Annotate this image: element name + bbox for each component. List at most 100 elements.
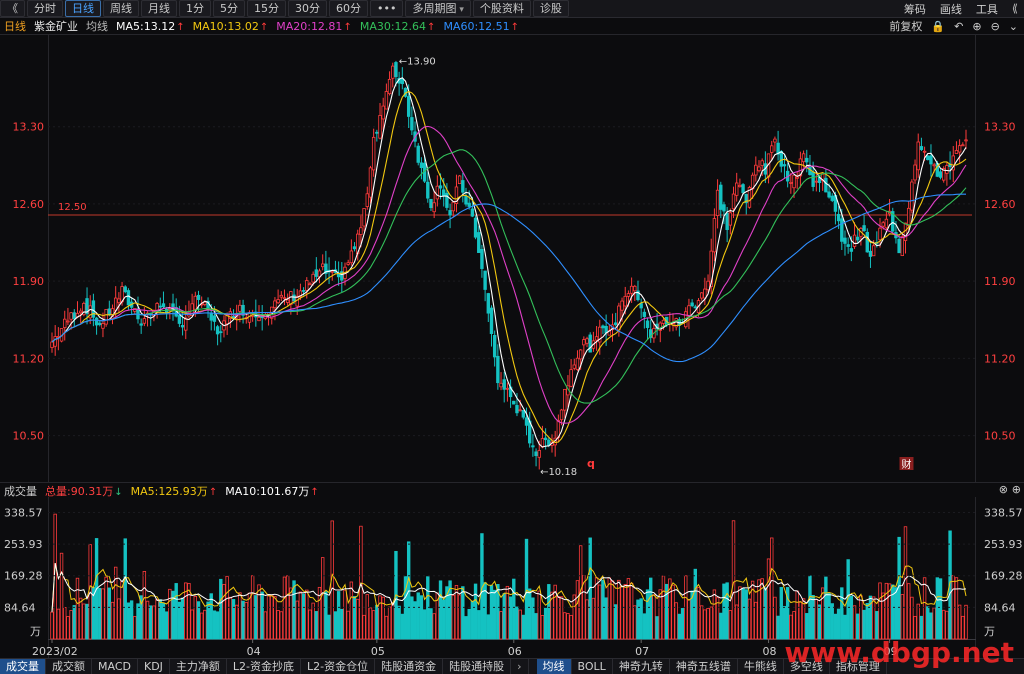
volume-bar	[652, 594, 656, 640]
chips-button[interactable]: 筹码	[904, 1, 926, 17]
volume-bar	[387, 606, 392, 640]
volume-bar	[257, 584, 261, 640]
volume-bar	[508, 596, 513, 640]
volume-bar	[836, 608, 841, 640]
tab-macd[interactable]: MACD	[92, 659, 138, 674]
candle-body	[623, 295, 627, 307]
undo-icon[interactable]: ↶	[954, 20, 963, 33]
volume-bar	[782, 606, 787, 640]
tab-30min[interactable]: 30分	[288, 0, 327, 17]
adjust-select[interactable]: 前复权	[889, 18, 922, 34]
volume-close-icon[interactable]: ⊗	[999, 483, 1008, 496]
candle-body	[381, 105, 385, 120]
volume-bar	[168, 588, 172, 640]
candle-body	[629, 285, 634, 294]
volume-bar	[540, 614, 545, 640]
volume-bar	[903, 526, 908, 640]
zoom-in-icon[interactable]: ⊕	[972, 20, 981, 33]
candle-body	[69, 312, 73, 320]
volume-bar	[922, 577, 927, 640]
tab-magic-nine[interactable]: 神奇九转	[613, 659, 670, 674]
collapse-icon[interactable]: ⟪	[1012, 2, 1018, 15]
tab-5min[interactable]: 5分	[213, 0, 245, 17]
tab-magic-five[interactable]: 神奇五线谱	[670, 659, 738, 674]
volume-bar	[228, 596, 233, 640]
tab-15min[interactable]: 15分	[247, 0, 286, 17]
candle-body	[320, 263, 325, 268]
candle-body	[352, 246, 357, 250]
candle-body	[142, 318, 147, 324]
price-axis-label-left: 11.90	[13, 275, 45, 288]
tab-l2-bottom[interactable]: L2-资金抄底	[227, 659, 302, 674]
tab-monthly[interactable]: 月线	[141, 0, 177, 17]
candle-body	[311, 273, 315, 283]
candle-body	[559, 409, 564, 421]
tab-bull-bear[interactable]: 牛熊线	[738, 659, 784, 674]
ma10-value: MA10:13.02	[193, 20, 269, 33]
candle-body	[588, 334, 592, 353]
volume-bar	[263, 611, 268, 640]
tools-button[interactable]: 工具	[976, 1, 998, 17]
tab-ma[interactable]: 均线	[536, 659, 572, 674]
tab-fenshi[interactable]: 分时	[27, 0, 63, 17]
scroll-right-icon[interactable]: ›	[511, 659, 529, 674]
volume-bar	[531, 597, 535, 640]
volume-bar	[320, 557, 325, 640]
candle-body	[932, 164, 936, 167]
ma-legend-bar: 日线 紫金矿业 均线 MA5:13.12 MA10:13.02 MA20:12.…	[0, 18, 1024, 34]
more-icon[interactable]: ⌄	[1009, 20, 1018, 33]
volume-chart[interactable]: 338.57 338.57 253.93 253.93 169.28 169.28 84.6…	[0, 497, 1024, 658]
tab-weekly[interactable]: 周线	[103, 0, 139, 17]
draw-line-button[interactable]: 画线	[940, 1, 962, 17]
multi-period-button[interactable]: 多周期图	[405, 0, 471, 17]
price-axis-label-left: 10.50	[13, 430, 45, 443]
volume-bar	[333, 611, 338, 640]
price-chart[interactable]: 13.30 13.30 12.60 12.60 11.90 11.90 11.20 11.20…	[0, 34, 1024, 482]
tab-boll[interactable]: BOLL	[572, 659, 613, 674]
volume-bar	[731, 520, 736, 640]
volume-bar	[938, 578, 943, 640]
volume-bar	[900, 594, 905, 640]
volume-bar	[671, 584, 675, 640]
back-icon[interactable]: 《	[0, 0, 25, 17]
volume-bar	[82, 603, 86, 640]
candle-body	[384, 91, 389, 110]
high-price-label: ←13.90	[399, 56, 436, 67]
candle-body	[473, 217, 478, 238]
more-periods-button[interactable]: •••	[370, 0, 404, 17]
price-axis-label-right: 13.30	[984, 121, 1016, 134]
tab-turnover[interactable]: 成交额	[46, 659, 92, 674]
candle-body	[477, 232, 481, 253]
volume-bar	[419, 595, 424, 640]
volume-bar	[492, 589, 497, 640]
volume-bar	[247, 592, 252, 640]
volume-bar	[378, 595, 382, 640]
volume-bar	[384, 615, 389, 640]
volume-bar	[649, 577, 653, 640]
zoom-out-icon[interactable]: ⊖	[991, 20, 1000, 33]
tab-60min[interactable]: 60分	[329, 0, 368, 17]
volume-bar	[610, 580, 615, 640]
tab-kdj[interactable]: KDJ	[138, 659, 170, 674]
volume-bar	[598, 584, 602, 640]
stock-profile-button[interactable]: 个股资料	[472, 0, 531, 17]
tab-1min[interactable]: 1分	[179, 0, 211, 17]
volume-bar	[865, 602, 869, 640]
chart-controls: 前复权 🔒 ↶ ⊕ ⊖ ⌄	[889, 18, 1018, 34]
lock-icon[interactable]: 🔒	[931, 20, 945, 33]
candle-body	[467, 202, 471, 207]
tab-daily[interactable]: 日线	[65, 0, 101, 17]
volume-bar	[840, 587, 844, 640]
tab-main-net[interactable]: 主力净额	[170, 659, 227, 674]
volume-bar	[477, 610, 481, 640]
volume-bar	[830, 603, 834, 640]
volume-bar	[85, 603, 89, 640]
tab-hk-connect-hold[interactable]: 陆股通持股	[443, 659, 512, 674]
volume-axis-label-left: 253.93	[4, 538, 43, 551]
volume-settings-icon[interactable]: ⊕	[1012, 483, 1021, 496]
diagnose-button[interactable]: 诊股	[532, 0, 569, 17]
tab-hk-connect-fund[interactable]: 陆股通资金	[375, 659, 444, 674]
volume-bar	[467, 608, 471, 640]
tab-l2-position[interactable]: L2-资金仓位	[301, 659, 376, 674]
tab-volume[interactable]: 成交量	[0, 659, 46, 674]
